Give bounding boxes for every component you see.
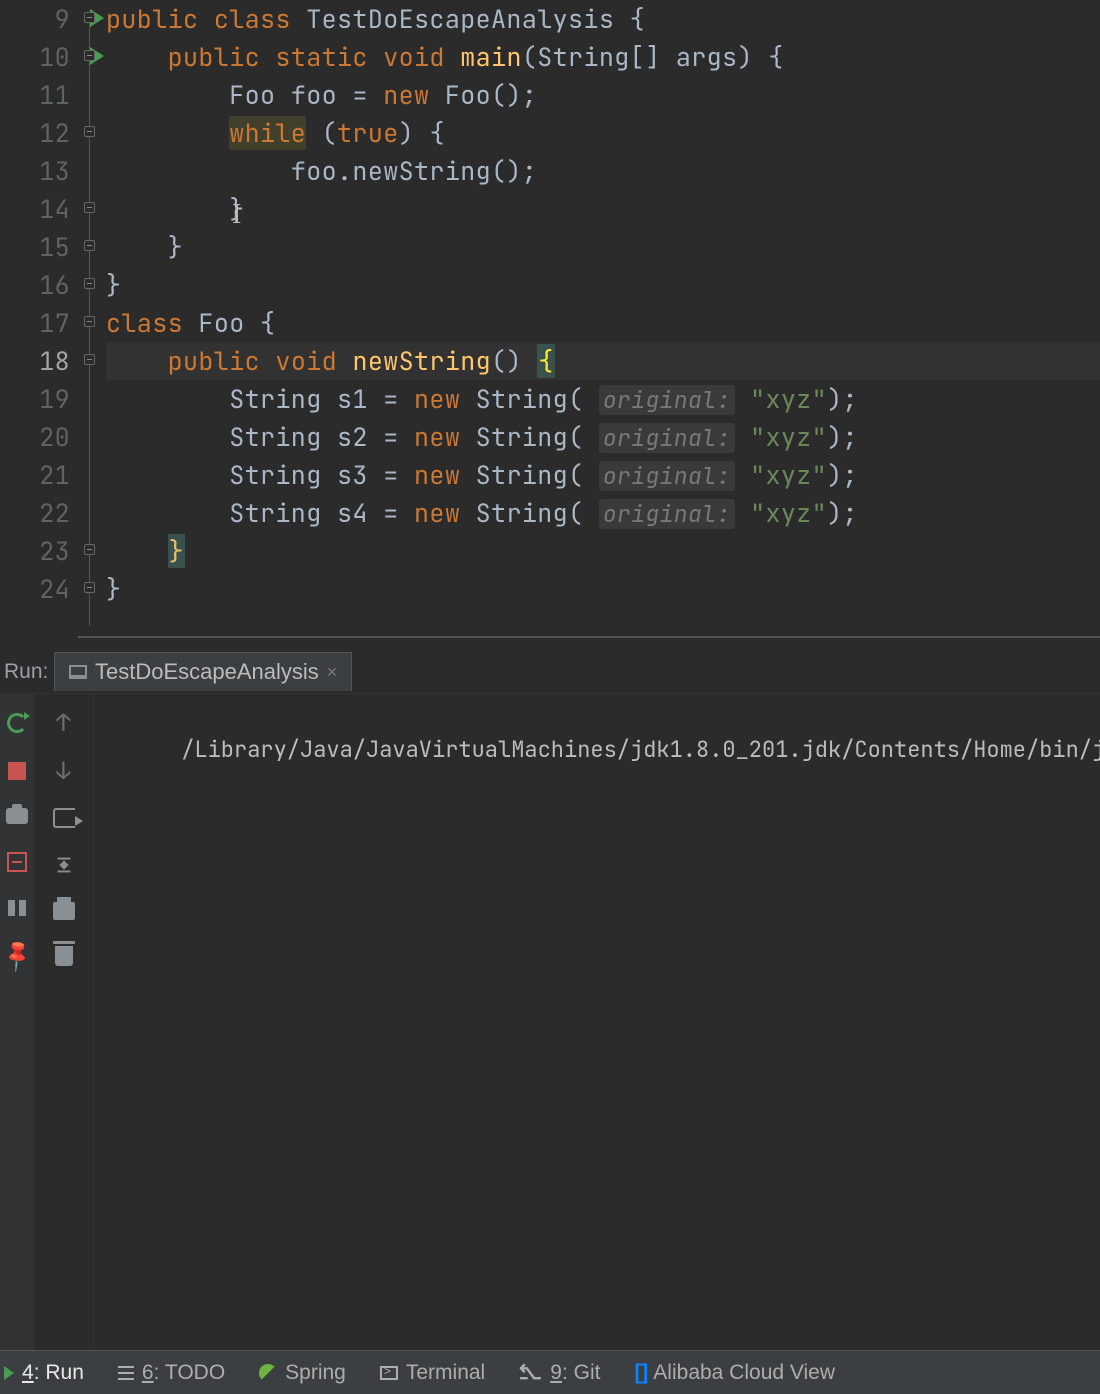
git-branch-icon: ⎇ [519, 1360, 542, 1385]
code-line[interactable]: public void newString() { [106, 342, 1100, 380]
fold-icon[interactable] [84, 240, 95, 251]
code-line[interactable]: } [106, 532, 1100, 570]
list-icon [118, 1366, 134, 1380]
code-body[interactable]: public class TestDoEscapeAnalysis { publ… [106, 0, 1100, 644]
run-console[interactable]: /Library/Java/JavaVirtualMachines/jdk1.8… [94, 694, 1100, 1350]
line-number: 17 [0, 304, 70, 342]
terminal-icon [380, 1366, 398, 1380]
scroll-to-end-icon[interactable] [53, 854, 75, 876]
down-arrow-icon[interactable]: ↓ [53, 760, 75, 782]
tool-tab-terminal[interactable]: Terminal [380, 1361, 485, 1385]
clear-icon[interactable] [55, 946, 73, 966]
line-number: 10 [0, 38, 70, 76]
exit-icon[interactable] [7, 852, 27, 872]
up-arrow-icon[interactable]: ↑ [53, 712, 75, 734]
line-number: 12 [0, 114, 70, 152]
code-line[interactable]: public static void main(String[] args) { [106, 38, 1100, 76]
tool-tab-alibaba[interactable]: [ ] Alibaba Cloud View [634, 1361, 835, 1385]
code-line[interactable]: while (true) { [106, 114, 1100, 152]
line-number: 23 [0, 532, 70, 570]
fold-icon[interactable] [84, 50, 95, 61]
fold-icon[interactable] [84, 582, 95, 593]
code-line[interactable]: String s3 = new String( original: "xyz")… [106, 456, 1100, 494]
stop-icon[interactable] [8, 762, 26, 780]
code-editor[interactable]: 9 10 11 12 13 14 15 16 17 18 19 20 21 22… [0, 0, 1100, 644]
code-line[interactable]: String s1 = new String( original: "xyz")… [106, 380, 1100, 418]
fold-icon[interactable] [84, 126, 95, 137]
rerun-icon[interactable] [6, 712, 28, 734]
code-line[interactable]: } [106, 190, 1100, 228]
line-number: 22 [0, 494, 70, 532]
run-tool-window: Run: TestDoEscapeAnalysis × 📌 ↑ ↓ / [0, 650, 1100, 1350]
code-line[interactable]: } [106, 228, 1100, 266]
fold-icon[interactable] [84, 12, 95, 23]
line-number: 18 [0, 342, 70, 380]
line-number: 24 [0, 570, 70, 608]
line-number: 15 [0, 228, 70, 266]
run-tab[interactable]: TestDoEscapeAnalysis × [54, 652, 352, 691]
fold-column [78, 0, 106, 644]
console-line: /Library/Java/JavaVirtualMachines/jdk1.8… [181, 735, 1100, 764]
text-caret-icon: I [232, 196, 242, 234]
fold-icon[interactable] [84, 316, 95, 327]
line-number: 21 [0, 456, 70, 494]
code-line[interactable]: class Foo { [106, 304, 1100, 342]
tool-tab-spring[interactable]: Spring [259, 1361, 346, 1385]
run-panel-label: Run: [0, 660, 54, 684]
code-line[interactable]: } [106, 266, 1100, 304]
run-sidebar-secondary: ↑ ↓ [34, 694, 94, 1350]
dump-threads-icon[interactable] [6, 808, 28, 824]
soft-wrap-icon[interactable] [53, 808, 75, 828]
close-icon[interactable]: × [327, 662, 338, 683]
fold-icon[interactable] [84, 544, 95, 555]
gutter: 9 10 11 12 13 14 15 16 17 18 19 20 21 22… [0, 0, 78, 644]
code-line[interactable]: String s4 = new String( original: "xyz")… [106, 494, 1100, 532]
line-number: 16 [0, 266, 70, 304]
alibaba-icon: [ ] [634, 1361, 645, 1385]
bottom-tool-bar: 4: Run 6: TODO Spring Terminal ⎇ 9: Git … [0, 1350, 1100, 1394]
tool-tab-git[interactable]: ⎇ 9: Git [519, 1360, 600, 1385]
run-sidebar-primary: 📌 [0, 694, 34, 1350]
tool-tab-run[interactable]: 4: Run [4, 1361, 84, 1385]
line-number: 13 [0, 152, 70, 190]
console-icon [69, 665, 87, 679]
play-icon [4, 1366, 14, 1380]
code-line[interactable]: } [106, 570, 1100, 608]
tool-tab-todo[interactable]: 6: TODO [118, 1361, 225, 1385]
fold-icon[interactable] [84, 202, 95, 213]
line-number: 9 [0, 0, 70, 38]
pin-icon[interactable]: 📌 [2, 940, 33, 971]
code-line[interactable]: public class TestDoEscapeAnalysis { [106, 0, 1100, 38]
separator [78, 636, 1100, 638]
code-line[interactable]: String s2 = new String( original: "xyz")… [106, 418, 1100, 456]
line-number: 11 [0, 76, 70, 114]
line-number: 19 [0, 380, 70, 418]
fold-icon[interactable] [84, 278, 95, 289]
run-tab-title: TestDoEscapeAnalysis [95, 659, 319, 685]
spring-icon [259, 1364, 277, 1382]
run-header: Run: TestDoEscapeAnalysis × [0, 650, 1100, 694]
fold-icon[interactable] [84, 354, 95, 365]
line-number: 14 [0, 190, 70, 228]
layout-icon[interactable] [8, 900, 26, 916]
code-line[interactable]: foo.newString(); [106, 152, 1100, 190]
line-number: 20 [0, 418, 70, 456]
print-icon[interactable] [53, 902, 75, 920]
code-line[interactable]: Foo foo = new Foo(); [106, 76, 1100, 114]
